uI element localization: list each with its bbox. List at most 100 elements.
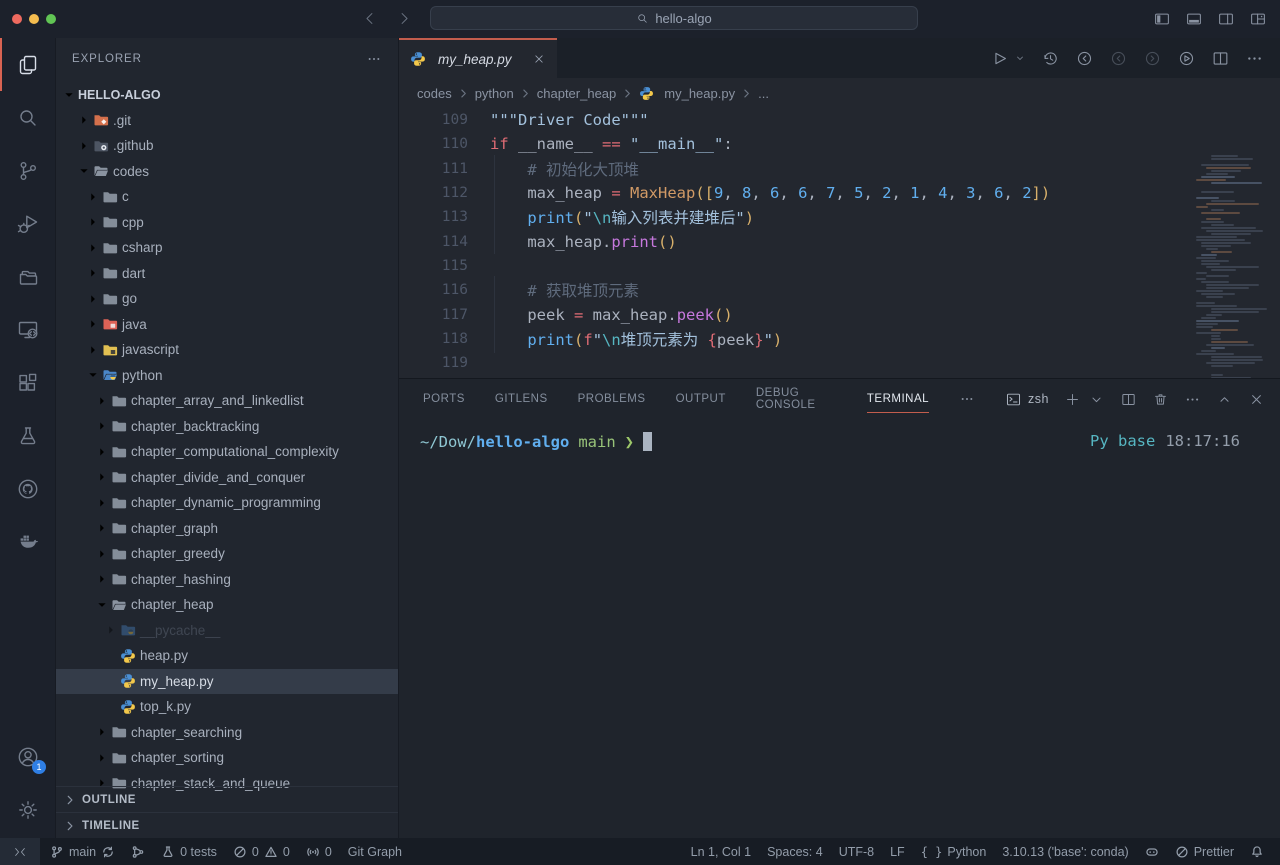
toggle-secondary-sidebar-icon[interactable]: [1217, 10, 1235, 28]
tree-item-chapter-backtracking[interactable]: chapter_backtracking: [56, 414, 398, 440]
status-branch[interactable]: main: [42, 838, 123, 865]
tree-item-java[interactable]: java: [56, 312, 398, 338]
status-copilot[interactable]: [1137, 838, 1167, 865]
activity-bar-item-remote-explorer[interactable]: [0, 303, 55, 356]
status-notifications[interactable]: [1242, 838, 1272, 865]
tree-item-top-k-py[interactable]: top_k.py: [56, 694, 398, 720]
panel-tab-debug-console[interactable]: DEBUG CONSOLE: [756, 379, 837, 419]
toggle-primary-sidebar-icon[interactable]: [1153, 10, 1171, 28]
more-actions-icon[interactable]: [1245, 49, 1264, 68]
tree-item-python[interactable]: python: [56, 363, 398, 389]
status-eol[interactable]: LF: [882, 838, 913, 865]
tree-item--git[interactable]: .git: [56, 108, 398, 134]
maximize-window-button[interactable]: [46, 14, 56, 24]
status-prettier[interactable]: Prettier: [1167, 838, 1242, 865]
activity-bar-item-folders[interactable]: [0, 250, 55, 303]
status-git-graph-button[interactable]: [123, 838, 153, 865]
tree-item-chapter-heap[interactable]: chapter_heap: [56, 592, 398, 618]
breadcrumb-item[interactable]: ...: [758, 86, 769, 101]
terminal-more-actions-icon[interactable]: [1184, 391, 1201, 408]
nav-back-icon[interactable]: [362, 10, 379, 27]
activity-bar-item-source-control[interactable]: [0, 144, 55, 197]
kill-terminal-icon[interactable]: [1152, 391, 1169, 408]
breadcrumb-item[interactable]: python: [475, 86, 514, 101]
tree-item-chapter-searching[interactable]: chapter_searching: [56, 720, 398, 746]
status-git-graph[interactable]: Git Graph: [340, 838, 410, 865]
activity-bar-item-run-debug[interactable]: [0, 197, 55, 250]
breadcrumb-item[interactable]: chapter_heap: [537, 86, 617, 101]
close-tab-icon[interactable]: [532, 52, 546, 66]
tree-item-c[interactable]: c: [56, 184, 398, 210]
timeline-history-icon[interactable]: [1041, 49, 1060, 68]
minimize-window-button[interactable]: [29, 14, 39, 24]
tree-item-chapter-array-and-linkedlist[interactable]: chapter_array_and_linkedlist: [56, 388, 398, 414]
tree-item-chapter-graph[interactable]: chapter_graph: [56, 516, 398, 542]
panel-more-tabs-icon[interactable]: [959, 391, 975, 407]
tree-item-cpp[interactable]: cpp: [56, 210, 398, 236]
activity-bar-item-accounts[interactable]: 1: [0, 730, 55, 783]
maximize-panel-icon[interactable]: [1216, 391, 1233, 408]
status-cursor-position[interactable]: Ln 1, Col 1: [683, 838, 759, 865]
tab-my-heap-py[interactable]: my_heap.py: [399, 38, 557, 78]
tree-item-chapter-dynamic-programming[interactable]: chapter_dynamic_programming: [56, 490, 398, 516]
tree-root-hello-algo[interactable]: HELLO-ALGO: [56, 82, 398, 108]
activity-bar-item-extensions[interactable]: [0, 356, 55, 409]
close-window-button[interactable]: [12, 14, 22, 24]
status-python-interpreter[interactable]: 3.10.13 ('base': conda): [994, 838, 1136, 865]
tree-item-javascript[interactable]: javascript: [56, 337, 398, 363]
run-or-debug-icon[interactable]: [1177, 49, 1196, 68]
activity-bar-item-settings[interactable]: [0, 783, 55, 836]
tree-item-chapter-sorting[interactable]: chapter_sorting: [56, 745, 398, 771]
tree-item-go[interactable]: go: [56, 286, 398, 312]
run-dropdown-chevron-icon[interactable]: [1024, 52, 1026, 64]
next-change-disabled-icon[interactable]: [1143, 49, 1162, 68]
terminal-launch-chevron-icon[interactable]: [1088, 391, 1105, 408]
tree-item-csharp[interactable]: csharp: [56, 235, 398, 261]
status-remote-indicator[interactable]: [0, 838, 40, 865]
tree-item--pycache-[interactable]: __pycache__: [56, 618, 398, 644]
tree-item-chapter-computational-complexity[interactable]: chapter_computational_complexity: [56, 439, 398, 465]
sidebar-section-outline[interactable]: OUTLINE: [56, 786, 398, 812]
status-language-mode[interactable]: { }Python: [913, 838, 995, 865]
nav-forward-icon[interactable]: [395, 10, 412, 27]
split-editor-icon[interactable]: [1211, 49, 1230, 68]
status-tests[interactable]: 0 tests: [153, 838, 225, 865]
breadcrumb-item[interactable]: codes: [417, 86, 452, 101]
breadcrumb-item[interactable]: my_heap.py: [639, 86, 735, 101]
toggle-panel-icon[interactable]: [1185, 10, 1203, 28]
panel-tab-problems[interactable]: PROBLEMS: [578, 379, 646, 419]
tree-item-codes[interactable]: codes: [56, 159, 398, 185]
activity-bar-item-github[interactable]: [0, 462, 55, 515]
tree-item-heap-py[interactable]: heap.py: [56, 643, 398, 669]
previous-change-disabled-icon[interactable]: [1109, 49, 1128, 68]
activity-bar-item-explorer[interactable]: [0, 38, 55, 91]
activity-bar-item-testing[interactable]: [0, 409, 55, 462]
tree-item-chapter-greedy[interactable]: chapter_greedy: [56, 541, 398, 567]
sidebar-section-timeline[interactable]: TIMELINE: [56, 812, 398, 838]
new-terminal-icon[interactable]: [1064, 391, 1081, 408]
terminal-shell-selector[interactable]: zsh: [1005, 391, 1049, 408]
tree-item-my-heap-py[interactable]: my_heap.py: [56, 669, 398, 695]
panel-tab-output[interactable]: OUTPUT: [676, 379, 726, 419]
customize-layout-icon[interactable]: [1249, 10, 1267, 28]
status-indentation[interactable]: Spaces: 4: [759, 838, 831, 865]
tree-item--github[interactable]: .github: [56, 133, 398, 159]
status-ports-forwarded[interactable]: 0: [298, 838, 340, 865]
views-more-actions-icon[interactable]: [366, 51, 382, 67]
minimap[interactable]: [1196, 155, 1268, 378]
activity-bar-item-search[interactable]: [0, 91, 55, 144]
activity-bar-item-docker[interactable]: [0, 515, 55, 568]
command-center-search[interactable]: hello-algo: [430, 6, 918, 30]
panel-tab-gitlens[interactable]: GITLENS: [495, 379, 548, 419]
panel-tab-ports[interactable]: PORTS: [423, 379, 465, 419]
tree-item-chapter-divide-and-conquer[interactable]: chapter_divide_and_conquer: [56, 465, 398, 491]
run-python-file-icon[interactable]: [990, 49, 1009, 68]
close-panel-icon[interactable]: [1248, 391, 1265, 408]
status-problems[interactable]: 00: [225, 838, 298, 865]
split-terminal-icon[interactable]: [1120, 391, 1137, 408]
status-encoding[interactable]: UTF-8: [831, 838, 882, 865]
panel-tab-terminal[interactable]: TERMINAL: [867, 379, 929, 419]
tree-item-chapter-hashing[interactable]: chapter_hashing: [56, 567, 398, 593]
previous-change-icon[interactable]: [1075, 49, 1094, 68]
terminal[interactable]: ~/Dow/hello-algo main ❯ Py base18:17:16: [399, 419, 1280, 451]
